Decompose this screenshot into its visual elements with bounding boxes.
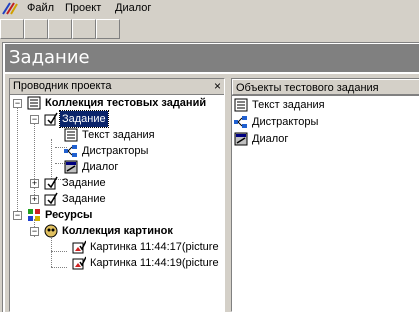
- project-explorer-header: Проводник проекта ×: [10, 79, 224, 95]
- app-logo-icon: [2, 2, 18, 15]
- task-window: Задание Проводник проекта × − Коллекция …: [2, 42, 419, 312]
- list-item-label: Диалог: [252, 133, 289, 145]
- tree-label: Дистракторы: [82, 145, 149, 157]
- collapse-toggle[interactable]: −: [13, 211, 22, 220]
- tree-item-dialog[interactable]: Диалог: [10, 159, 120, 175]
- dialog-icon: [64, 160, 78, 174]
- tree-label: Картинка 11:44:17(picture: [90, 241, 219, 253]
- picture-icon: [72, 240, 86, 254]
- tree-item-collection[interactable]: − Коллекция тестовых заданий: [10, 95, 208, 111]
- tree-item-task-selected[interactable]: − Задание: [10, 110, 109, 128]
- toolbar-button-4[interactable]: [72, 19, 96, 39]
- project-explorer-pane: Проводник проекта × − Коллекция тестовых…: [9, 78, 225, 312]
- collapse-toggle[interactable]: −: [13, 99, 22, 108]
- task-icon: [44, 192, 58, 206]
- project-explorer-title: Проводник проекта: [13, 80, 112, 92]
- tree-item-distractors[interactable]: Дистракторы: [10, 143, 150, 159]
- image-collection-icon: [44, 224, 58, 238]
- picture-icon: [72, 256, 86, 270]
- dialog-icon: [234, 132, 248, 146]
- window-body: Проводник проекта × − Коллекция тестовых…: [5, 74, 419, 312]
- expand-toggle[interactable]: +: [30, 195, 39, 204]
- text-document-icon: [64, 128, 78, 142]
- tree-label: Текст задания: [82, 129, 155, 141]
- toolbar-button-1[interactable]: [0, 19, 24, 39]
- resources-icon: [28, 209, 40, 221]
- tree-item-task-text[interactable]: Текст задания: [10, 127, 157, 143]
- toolbar-button-2[interactable]: [24, 19, 48, 39]
- task-icon: [44, 176, 58, 190]
- tree-item-picture-1[interactable]: Картинка 11:44:17(picture: [10, 239, 221, 255]
- toolbar: [0, 17, 419, 41]
- toolbar-button-5[interactable]: [96, 19, 120, 39]
- tree-label: Коллекция тестовых заданий: [45, 97, 207, 109]
- tree-item-task-3[interactable]: + Задание: [10, 191, 108, 207]
- expand-toggle[interactable]: +: [30, 179, 39, 188]
- tree-label: Задание: [62, 193, 106, 205]
- close-icon[interactable]: ×: [214, 79, 221, 94]
- tree-label: Задание: [62, 177, 106, 189]
- tree-label: Задание: [59, 110, 109, 128]
- tree-item-picture-2[interactable]: Картинка 11:44:19(picture: [10, 255, 221, 271]
- tree-label: Диалог: [82, 161, 119, 173]
- collapse-toggle[interactable]: −: [30, 227, 39, 236]
- list-item-distractors[interactable]: Дистракторы: [234, 114, 320, 130]
- menu-bar: Файл Проект Диалог: [0, 0, 419, 17]
- task-objects-pane: Объекты тестового задания Текст задания: [231, 78, 419, 312]
- column-header[interactable]: Объекты тестового задания: [232, 79, 419, 95]
- tree-label: Ресурсы: [45, 209, 93, 221]
- task-objects-header: Объекты тестового задания: [232, 79, 419, 96]
- tree-item-image-collection[interactable]: − Коллекция картинок: [10, 223, 175, 239]
- tree-label: Коллекция картинок: [62, 225, 173, 237]
- window-title: Задание: [5, 44, 419, 72]
- toolbar-button-3[interactable]: [48, 19, 72, 39]
- list-item-label: Дистракторы: [252, 116, 319, 128]
- tree-label: Картинка 11:44:19(picture: [90, 257, 219, 269]
- menu-project[interactable]: Проект: [65, 1, 101, 15]
- list-item-task-text[interactable]: Текст задания: [234, 97, 327, 113]
- collection-icon: [27, 96, 41, 110]
- menu-dialog[interactable]: Диалог: [115, 1, 151, 15]
- tree-item-task-2[interactable]: + Задание: [10, 175, 108, 191]
- task-icon: [44, 112, 58, 126]
- distractors-icon: [234, 116, 247, 128]
- list-item-label: Текст задания: [252, 99, 325, 111]
- list-item-dialog[interactable]: Диалог: [234, 131, 290, 147]
- tree-item-resources[interactable]: − Ресурсы: [10, 207, 94, 223]
- collapse-toggle[interactable]: −: [30, 115, 39, 124]
- text-document-icon: [234, 98, 248, 112]
- menu-file[interactable]: Файл: [27, 1, 54, 15]
- distractors-icon: [64, 145, 77, 157]
